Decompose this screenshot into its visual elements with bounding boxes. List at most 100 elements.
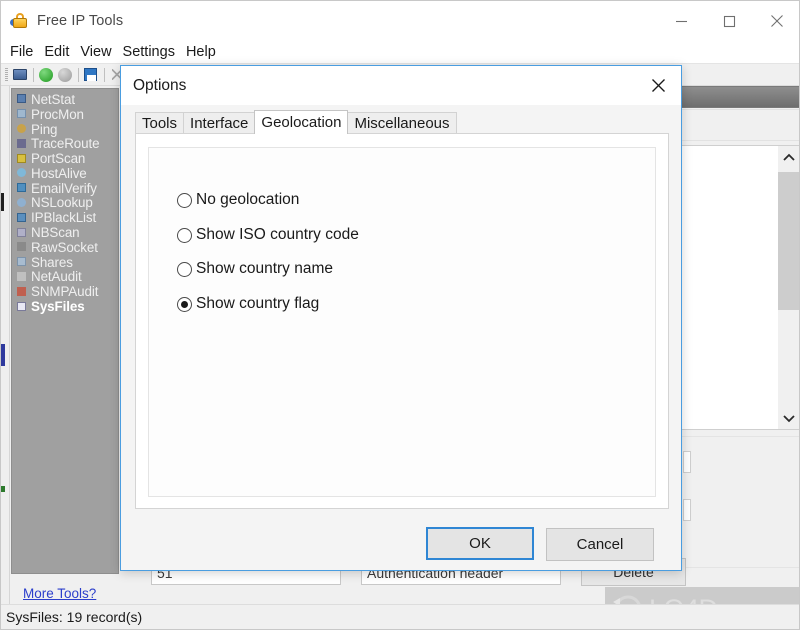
- sidebar-item-procmon[interactable]: ProcMon: [12, 107, 118, 122]
- results-list-pane[interactable]: [678, 145, 799, 430]
- radio-circle-icon: [177, 261, 192, 277]
- radio-circle-icon: [177, 227, 192, 243]
- refresh-icon[interactable]: [38, 66, 55, 83]
- sidebar-item-label: IPBlackList: [31, 210, 97, 226]
- options-dialog: Options Tools Interface Geolocation Misc…: [120, 65, 682, 571]
- sidebar-item-ping[interactable]: Ping: [12, 122, 118, 137]
- tab-geolocation[interactable]: Geolocation: [254, 110, 349, 134]
- procmon-icon: [16, 108, 28, 120]
- nbscan-icon: [16, 227, 28, 239]
- netstat-icon: [16, 93, 28, 105]
- sidebar-item-portscan[interactable]: PortScan: [12, 151, 118, 166]
- content-subpanel: [678, 109, 799, 141]
- vertical-scrollbar[interactable]: [778, 146, 799, 429]
- menu-item-view[interactable]: View: [80, 45, 111, 60]
- panel-field-b[interactable]: [683, 499, 691, 521]
- chevron-down-icon[interactable]: [778, 407, 799, 429]
- monitor-icon[interactable]: [12, 66, 29, 83]
- sidebar-item-nslookup[interactable]: NSLookup: [12, 195, 118, 210]
- sidebar-item-label: TraceRoute: [31, 136, 100, 152]
- dialog-title: Options: [133, 76, 187, 94]
- ok-button[interactable]: OK: [426, 527, 534, 560]
- hostalive-icon: [16, 167, 28, 179]
- radio-show-country-name[interactable]: Show country name: [177, 259, 333, 279]
- more-tools-link[interactable]: More Tools?: [23, 586, 96, 601]
- sidebar-item-label: RawSocket: [31, 239, 98, 255]
- netaudit-icon: [16, 271, 28, 283]
- sysfiles-icon: [16, 301, 28, 313]
- minimize-icon[interactable]: [657, 1, 705, 41]
- radio-no-geolocation[interactable]: No geolocation: [177, 190, 299, 210]
- sidebar-item-label: PortScan: [31, 151, 86, 167]
- stop-icon[interactable]: [57, 66, 74, 83]
- sidebar-item-netaudit[interactable]: NetAudit: [12, 269, 118, 284]
- radio-label: No geolocation: [196, 191, 300, 208]
- sidebar-item-label: NetStat: [31, 91, 75, 107]
- shares-icon: [16, 256, 28, 268]
- sidebar-item-snmpaudit[interactable]: SNMPAudit: [12, 284, 118, 299]
- sidebar-item-netstat[interactable]: NetStat: [12, 92, 118, 107]
- tab-tools[interactable]: Tools: [135, 112, 185, 134]
- ping-icon: [16, 123, 28, 135]
- sidebar-item-label: SNMPAudit: [31, 284, 99, 300]
- close-icon[interactable]: [635, 66, 681, 105]
- menu-item-file[interactable]: File: [10, 45, 33, 60]
- radio-show-country-flag[interactable]: Show country flag: [177, 294, 319, 314]
- sidebar-item-emailverify[interactable]: EmailVerify: [12, 181, 118, 196]
- toolbar-separator: [104, 67, 105, 82]
- chevron-up-icon[interactable]: [778, 146, 799, 168]
- edge-marker-green: [1, 486, 5, 492]
- toolbar-grip[interactable]: [5, 67, 8, 82]
- lower-panel: [678, 436, 799, 568]
- sidebar-item-traceroute[interactable]: TraceRoute: [12, 136, 118, 151]
- sidebar-item-label: NBScan: [31, 225, 80, 241]
- window-controls: [657, 1, 799, 41]
- application-window: Free IP Tools File Edit View Settings He…: [0, 0, 800, 630]
- sidebar-item-hostalive[interactable]: HostAlive: [12, 166, 118, 181]
- sidebar-item-label: SysFiles: [31, 299, 85, 315]
- title-bar: Free IP Tools: [1, 1, 799, 41]
- status-text: SysFiles: 19 record(s): [6, 609, 143, 625]
- panel-field-a[interactable]: [683, 451, 691, 473]
- geolocation-tab-panel: No geolocation Show ISO country code Sho…: [135, 133, 669, 509]
- radio-circle-icon: [177, 296, 192, 312]
- sidebar-item-sysfiles[interactable]: SysFiles: [12, 299, 118, 314]
- scrollbar-thumb[interactable]: [778, 172, 799, 310]
- sidebar-item-label: EmailVerify: [31, 180, 97, 196]
- status-bar: SysFiles: 19 record(s): [1, 604, 799, 629]
- radio-label: Show country flag: [196, 295, 320, 312]
- content-header-bar: [680, 86, 799, 108]
- snmpaudit-icon: [16, 286, 28, 298]
- nslookup-icon: [16, 197, 28, 209]
- ipblacklist-icon: [16, 212, 28, 224]
- sidebar-item-ipblacklist[interactable]: IPBlackList: [12, 210, 118, 225]
- menu-item-help[interactable]: Help: [186, 45, 216, 60]
- dialog-tabstrip: Tools Interface Geolocation Miscellaneou…: [135, 110, 669, 134]
- tab-miscellaneous[interactable]: Miscellaneous: [347, 112, 457, 134]
- sidebar-item-label: Ping: [31, 121, 58, 137]
- traceroute-icon: [16, 138, 28, 150]
- tab-interface[interactable]: Interface: [183, 112, 256, 134]
- sidebar-item-label: ProcMon: [31, 106, 84, 122]
- radio-label: Show ISO country code: [196, 226, 359, 243]
- cancel-button[interactable]: Cancel: [546, 528, 654, 561]
- lock-icon: [10, 11, 30, 31]
- close-icon[interactable]: [753, 1, 799, 41]
- window-title: Free IP Tools: [37, 13, 124, 29]
- menu-item-edit[interactable]: Edit: [44, 45, 69, 60]
- sidebar-item-rawsocket[interactable]: RawSocket: [12, 240, 118, 255]
- menu-item-settings[interactable]: Settings: [123, 45, 175, 60]
- edge-marker-dark: [1, 193, 4, 211]
- sidebar-item-nbscan[interactable]: NBScan: [12, 225, 118, 240]
- sidebar-item-label: Shares: [31, 254, 73, 270]
- radio-label: Show country name: [196, 260, 333, 277]
- radio-show-iso-country-code[interactable]: Show ISO country code: [177, 225, 359, 245]
- rawsocket-icon: [16, 241, 28, 253]
- save-icon[interactable]: [83, 66, 100, 83]
- radio-circle-icon: [177, 192, 192, 208]
- sidebar-tool-list: NetStat ProcMon Ping TraceRoute PortScan…: [11, 88, 119, 574]
- toolbar-separator: [33, 67, 34, 82]
- sidebar-item-shares[interactable]: Shares: [12, 255, 118, 270]
- sidebar-item-label: HostAlive: [31, 165, 87, 181]
- maximize-icon[interactable]: [705, 1, 753, 41]
